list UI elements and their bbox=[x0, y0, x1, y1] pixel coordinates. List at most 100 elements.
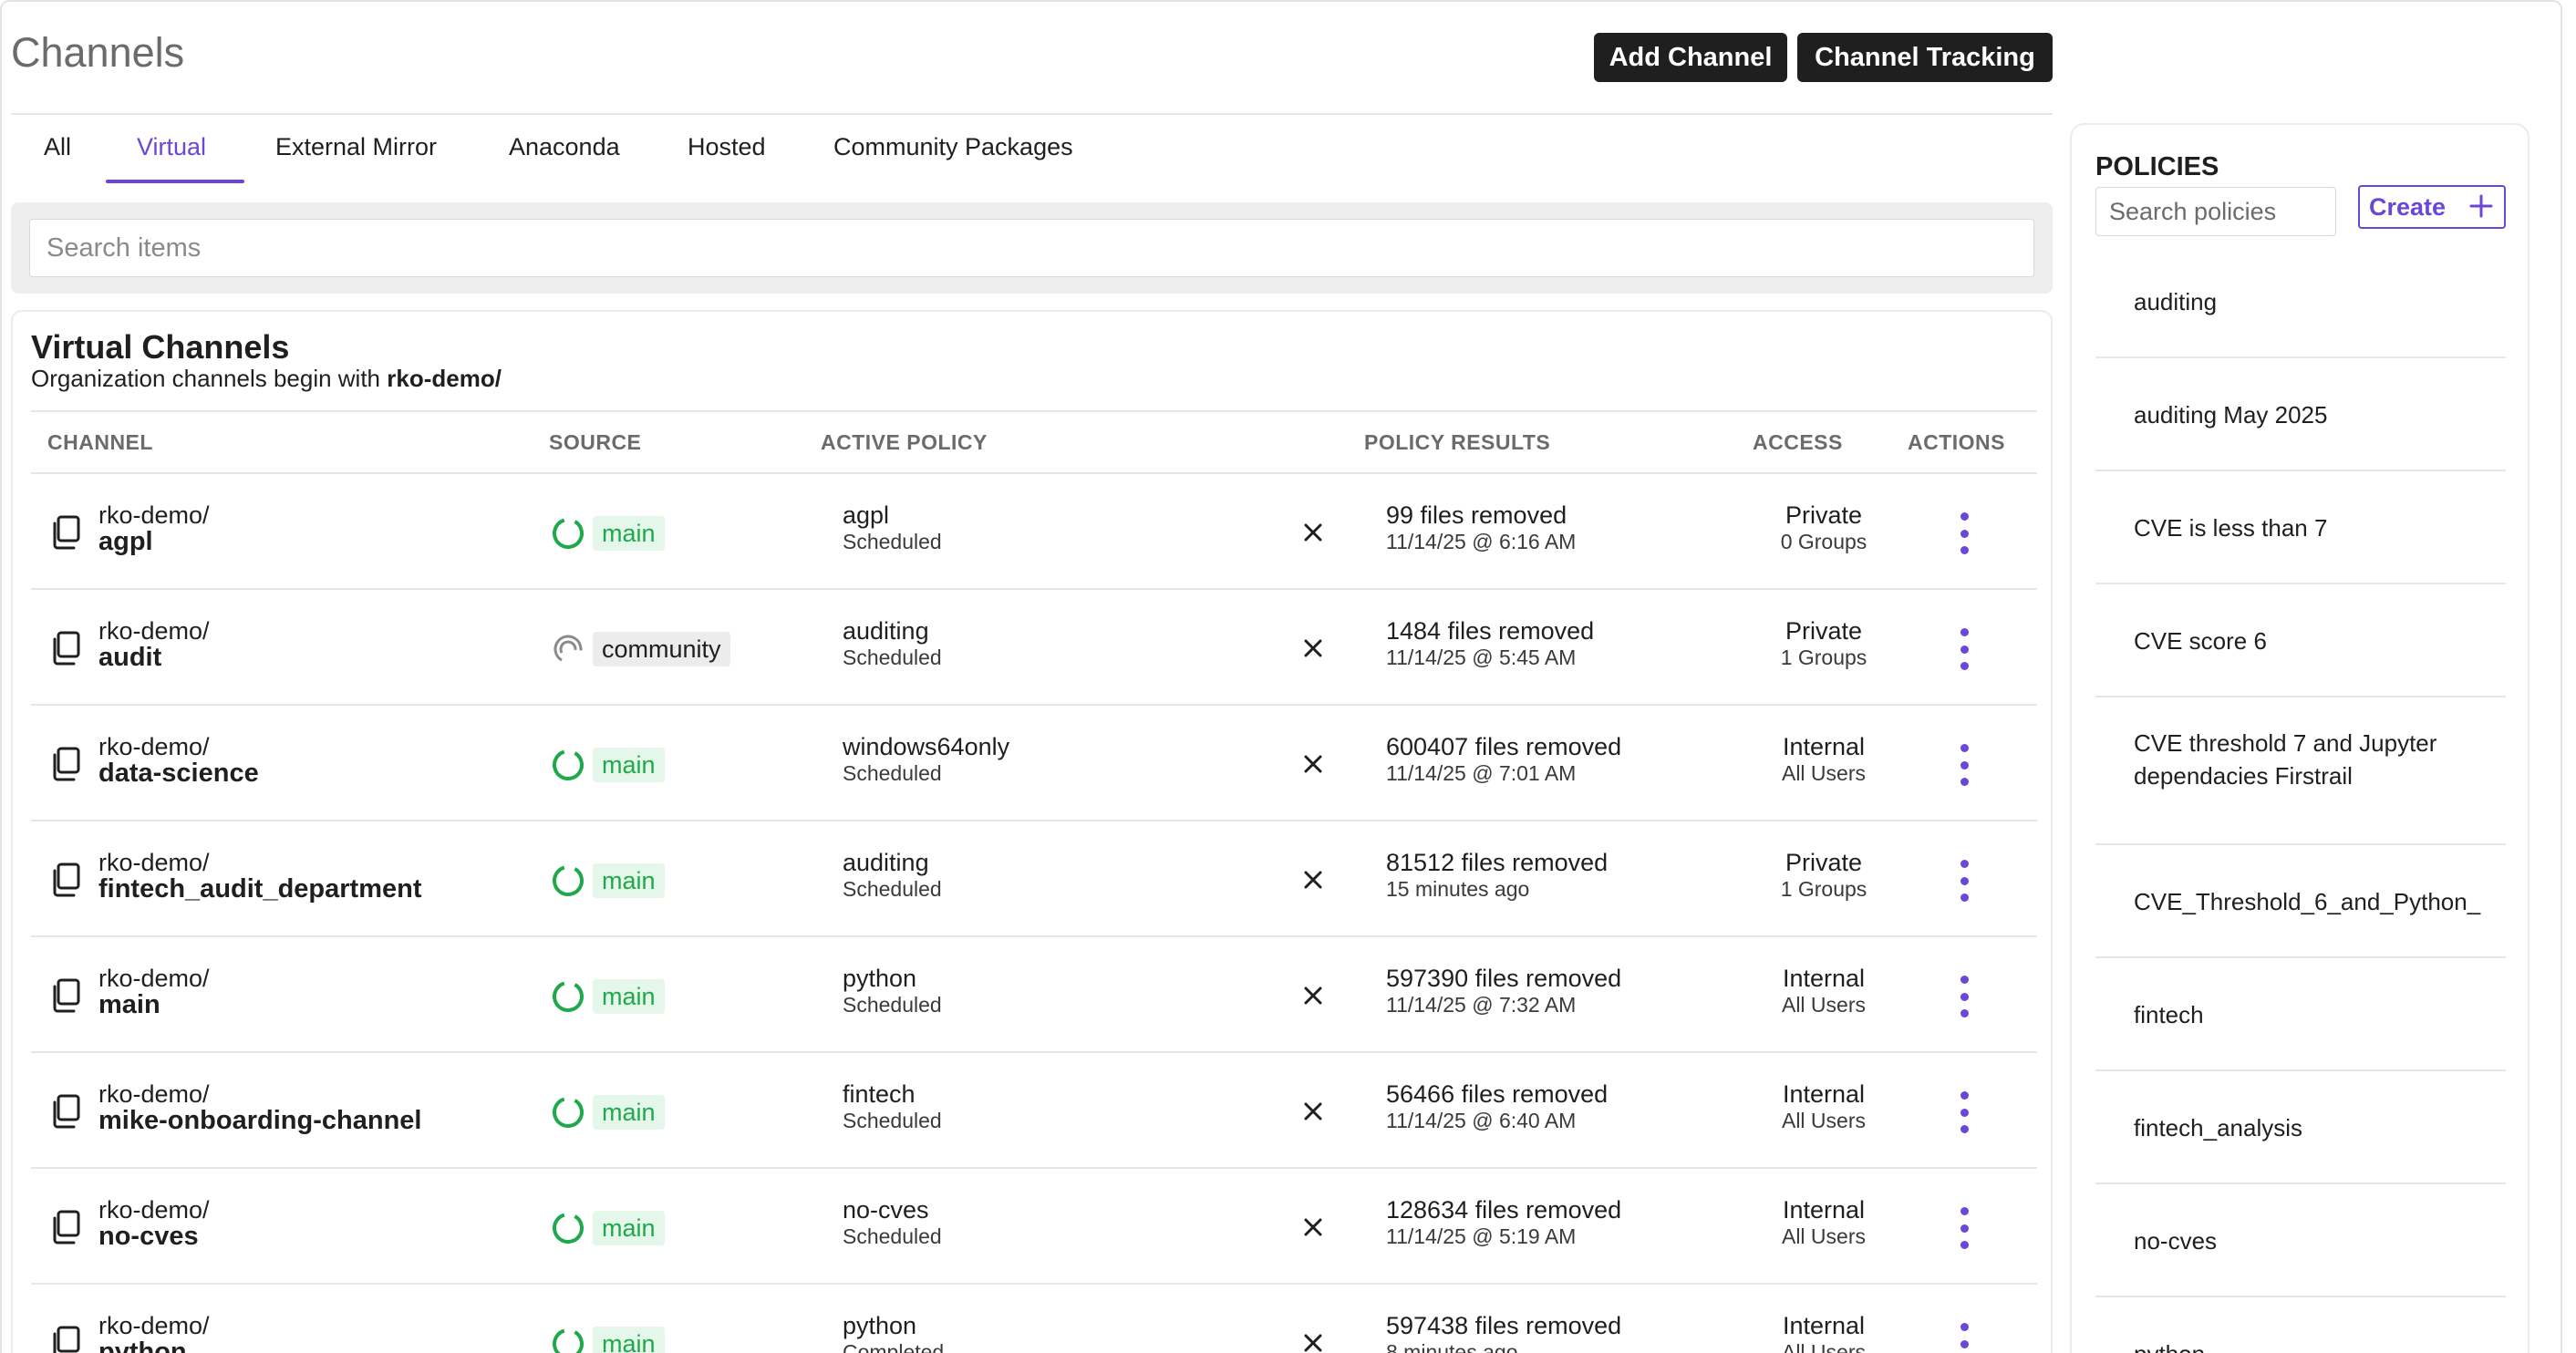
policy-item[interactable]: CVE threshold 7 and Jupyter dependacies … bbox=[2095, 697, 2506, 845]
tab-all[interactable]: All bbox=[44, 133, 71, 161]
copy-icon[interactable] bbox=[49, 746, 82, 782]
policy-result-time: 11/14/25 @ 7:01 AM bbox=[1386, 761, 1577, 785]
policy-status: Scheduled bbox=[843, 1224, 942, 1248]
remove-policy-icon[interactable] bbox=[1300, 983, 1326, 1008]
tab-anaconda[interactable]: Anaconda bbox=[509, 133, 620, 161]
create-label: Create bbox=[2369, 192, 2447, 221]
access-scope: All Users bbox=[1781, 761, 1866, 785]
policy-result-time: 15 minutes ago bbox=[1386, 877, 1530, 901]
header-policy-results: POLICY RESULTS bbox=[1364, 430, 1551, 454]
actions-menu-icon[interactable] bbox=[1953, 976, 1975, 1017]
channel-name[interactable]: audit bbox=[98, 643, 161, 673]
copy-icon[interactable] bbox=[49, 514, 82, 551]
sync-ring-icon bbox=[553, 749, 584, 780]
channel-prefix: rko-demo/ bbox=[98, 733, 210, 760]
channel-name[interactable]: python bbox=[98, 1338, 187, 1353]
copy-icon[interactable] bbox=[49, 630, 82, 666]
table-row[interactable]: rko-demo/python main python Completed 597438… bbox=[31, 1285, 2037, 1353]
access-type: Internal bbox=[1782, 965, 1866, 992]
sync-ring-icon bbox=[553, 1328, 584, 1353]
remove-policy-icon[interactable] bbox=[1300, 635, 1326, 661]
active-policy-name: no-cves bbox=[843, 1196, 929, 1224]
policy-item[interactable]: python bbox=[2095, 1297, 2506, 1353]
channel-name[interactable]: agpl bbox=[98, 527, 153, 557]
policy-item[interactable]: CVE_Threshold_6_and_Python_ bbox=[2095, 845, 2506, 958]
policy-result-time: 11/14/25 @ 7:32 AM bbox=[1386, 993, 1577, 1017]
policy-result-count: 600407 files removed bbox=[1386, 733, 1622, 760]
search-input[interactable] bbox=[29, 219, 2034, 277]
tab-external-mirror[interactable]: External Mirror bbox=[275, 133, 437, 161]
access-type: Private bbox=[1785, 849, 1863, 876]
policy-item[interactable]: auditing bbox=[2095, 245, 2506, 358]
actions-menu-icon[interactable] bbox=[1953, 512, 1975, 554]
table-row[interactable]: rko-demo/no-cves main no-cves Scheduled 1286… bbox=[31, 1169, 2037, 1285]
tab-hosted[interactable]: Hosted bbox=[688, 133, 766, 161]
access-scope: 1 Groups bbox=[1780, 646, 1867, 669]
remove-policy-icon[interactable] bbox=[1300, 1330, 1326, 1353]
remove-policy-icon[interactable] bbox=[1300, 1099, 1326, 1124]
policy-status: Scheduled bbox=[843, 877, 942, 901]
sync-ring-icon bbox=[553, 518, 584, 549]
policy-item[interactable]: CVE is less than 7 bbox=[2095, 471, 2506, 584]
source-badge: main bbox=[593, 1211, 665, 1245]
policy-item[interactable]: no-cves bbox=[2095, 1184, 2506, 1297]
copy-icon[interactable] bbox=[49, 1209, 82, 1245]
add-channel-button[interactable]: Add Channel bbox=[1594, 33, 1787, 82]
table-row[interactable]: rko-demo/data-science main windows64only Sc… bbox=[31, 706, 2037, 821]
channel-name[interactable]: mike-onboarding-channel bbox=[98, 1106, 421, 1136]
org-prefix: rko-demo/ bbox=[387, 365, 502, 392]
policy-result-count: 56466 files removed bbox=[1386, 1080, 1609, 1108]
channel-name[interactable]: data-science bbox=[98, 759, 259, 789]
plus-icon bbox=[2469, 194, 2493, 218]
policies-panel: POLICIES Create auditing auditing May 202… bbox=[2070, 123, 2529, 1353]
actions-menu-icon[interactable] bbox=[1953, 1323, 1975, 1353]
active-policy-name: python bbox=[843, 965, 917, 992]
actions-menu-icon[interactable] bbox=[1953, 1091, 1975, 1133]
copy-icon[interactable] bbox=[49, 862, 82, 898]
policy-result-time: 11/14/25 @ 6:40 AM bbox=[1386, 1109, 1577, 1132]
actions-menu-icon[interactable] bbox=[1953, 628, 1975, 670]
remove-policy-icon[interactable] bbox=[1300, 751, 1326, 777]
policy-item-label: CVE score 6 bbox=[2134, 627, 2267, 655]
table-row[interactable]: rko-demo/fintech_audit_department main aud… bbox=[31, 821, 2037, 937]
tab-virtual[interactable]: Virtual bbox=[137, 133, 206, 161]
copy-icon[interactable] bbox=[49, 1325, 82, 1353]
policy-item[interactable]: auditing May 2025 bbox=[2095, 358, 2506, 471]
copy-icon[interactable] bbox=[49, 977, 82, 1014]
table-row[interactable]: rko-demo/mike-onboarding-channel main fint… bbox=[31, 1053, 2037, 1169]
create-policy-button[interactable]: Create bbox=[2358, 185, 2506, 229]
tab-community-packages[interactable]: Community Packages bbox=[833, 133, 1073, 161]
policy-item-label: CVE threshold 7 and Jupyter dependacies … bbox=[2134, 729, 2437, 790]
remove-policy-icon[interactable] bbox=[1300, 867, 1326, 893]
channel-name[interactable]: fintech_audit_department bbox=[98, 874, 422, 904]
policy-item[interactable]: fintech_analysis bbox=[2095, 1071, 2506, 1184]
policy-search-input[interactable] bbox=[2095, 187, 2336, 236]
policy-item-label: no-cves bbox=[2134, 1227, 2218, 1255]
channel-prefix: rko-demo/ bbox=[98, 965, 210, 992]
policy-item[interactable]: CVE score 6 bbox=[2095, 584, 2506, 697]
channel-name[interactable]: no-cves bbox=[98, 1222, 199, 1252]
copy-icon[interactable] bbox=[49, 1093, 82, 1130]
actions-menu-icon[interactable] bbox=[1953, 744, 1975, 786]
remove-policy-icon[interactable] bbox=[1300, 1214, 1326, 1240]
table-row[interactable]: rko-demo/audit community auditing Scheduled… bbox=[31, 590, 2037, 706]
policy-result-time: 8 minutes ago bbox=[1386, 1340, 1518, 1353]
table-row[interactable]: rko-demo/agpl main agpl Scheduled 99 files r… bbox=[31, 474, 2037, 590]
actions-menu-icon[interactable] bbox=[1953, 1207, 1975, 1249]
policy-status: Scheduled bbox=[843, 761, 942, 785]
policy-result-count: 81512 files removed bbox=[1386, 849, 1609, 876]
actions-menu-icon[interactable] bbox=[1953, 860, 1975, 902]
policy-status: Scheduled bbox=[843, 530, 942, 553]
table-header: CHANNEL SOURCE ACTIVE POLICY POLICY RESU… bbox=[31, 410, 2037, 474]
remove-policy-icon[interactable] bbox=[1300, 520, 1326, 545]
header-channel: CHANNEL bbox=[47, 430, 153, 454]
header-divider bbox=[11, 113, 2053, 115]
policy-result-time: 11/14/25 @ 5:45 AM bbox=[1386, 646, 1577, 669]
channel-prefix: rko-demo/ bbox=[98, 1312, 210, 1339]
channel-prefix: rko-demo/ bbox=[98, 849, 210, 876]
channel-tracking-button[interactable]: Channel Tracking bbox=[1797, 33, 2053, 82]
policy-item[interactable]: fintech bbox=[2095, 958, 2506, 1071]
table-row[interactable]: rko-demo/main main python Scheduled 597390 f… bbox=[31, 937, 2037, 1053]
virtual-channels-card: Virtual Channels Organization channels b… bbox=[11, 310, 2053, 1353]
channel-name[interactable]: main bbox=[98, 990, 160, 1020]
